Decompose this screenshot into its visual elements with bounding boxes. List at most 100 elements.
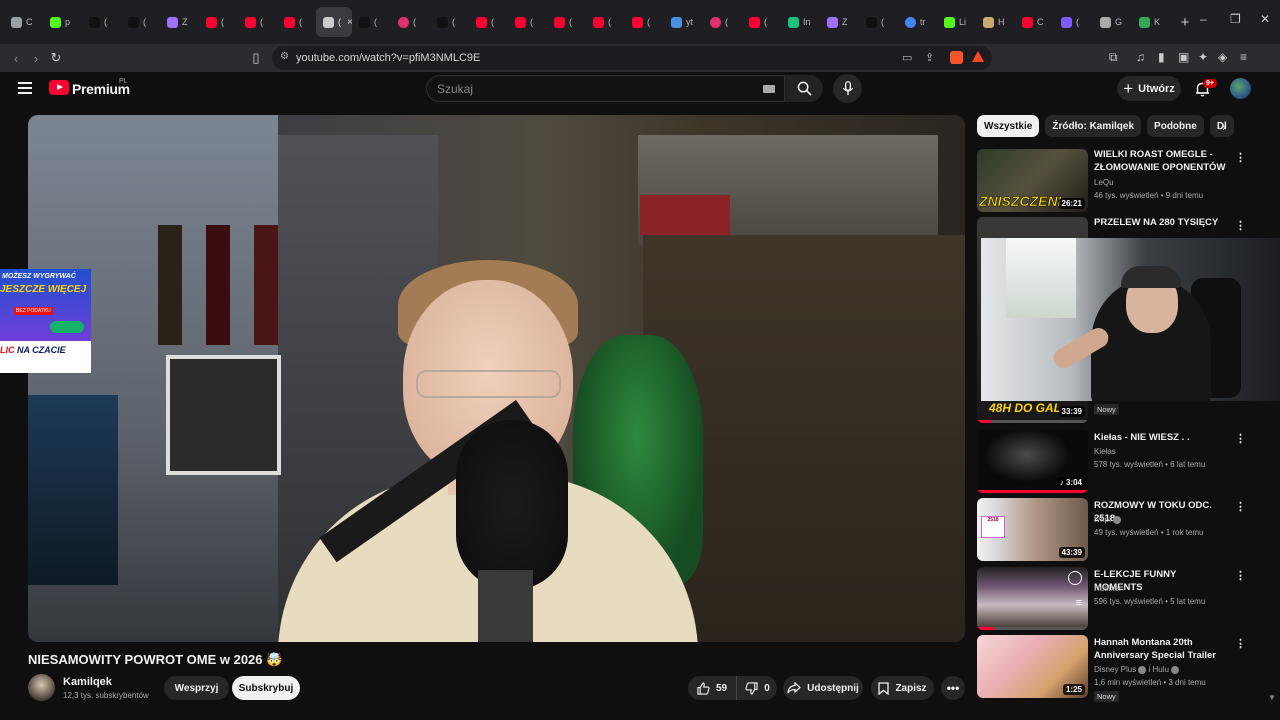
browser-tab[interactable]: ( — [547, 7, 586, 37]
back-icon[interactable]: ‹ — [6, 48, 26, 68]
leo-ai-icon[interactable]: ✦ — [1198, 50, 1208, 64]
cast-icon[interactable]: ▭ — [902, 51, 912, 64]
channel-avatar[interactable] — [28, 674, 55, 701]
create-button[interactable]: + Utwórz — [1117, 76, 1181, 101]
add-to-queue-icon[interactable]: ≡ — [1076, 597, 1082, 609]
browser-tab[interactable]: ( — [703, 7, 742, 37]
like-button[interactable]: 59 — [688, 676, 737, 700]
browser-tab[interactable]: ( — [586, 7, 625, 37]
browser-tab[interactable]: Z — [160, 7, 199, 37]
kebab-menu-icon[interactable]: ⋮ — [1235, 569, 1246, 582]
browser-tab[interactable]: ( — [1054, 7, 1093, 37]
browser-tab[interactable]: ( — [199, 7, 238, 37]
chip-from-channel[interactable]: Źródło: Kamilqek — [1045, 115, 1142, 137]
account-avatar[interactable] — [1230, 78, 1251, 99]
music-icon[interactable]: ♫ — [1136, 50, 1145, 64]
chip-all[interactable]: Wszystkie — [977, 115, 1040, 137]
mini-player[interactable] — [981, 238, 1280, 401]
voice-search-button[interactable] — [833, 74, 862, 103]
browser-tab[interactable]: ( — [391, 7, 430, 37]
recommendation-channel[interactable]: Hubixer — [1094, 584, 1122, 593]
browser-tab[interactable]: ( — [82, 7, 121, 37]
url-field[interactable]: ⚙ youtube.com/watch?v=pfiM3NMLC9E ▭ ⇪ — [272, 46, 992, 70]
recommendation-title[interactable]: Hannah Montana 20th Anniversary Special … — [1094, 637, 1227, 662]
search-button[interactable] — [785, 75, 823, 102]
share-page-icon[interactable]: ⇪ — [925, 51, 934, 64]
save-button[interactable]: Zapisz — [871, 676, 934, 700]
sidebar-toggle-icon[interactable]: ▮ — [1158, 50, 1165, 64]
browser-tab[interactable]: ( — [742, 7, 781, 37]
browser-tab[interactable]: ( — [469, 7, 508, 37]
keyboard-icon[interactable] — [763, 85, 775, 93]
vpn-icon[interactable]: ◈ — [1218, 50, 1227, 64]
recommendation-channel[interactable]: Disney Plus i Hulu — [1094, 665, 1179, 674]
search-input[interactable]: Szukaj — [426, 75, 785, 102]
recommendation-channel[interactable]: Kiełas — [1094, 447, 1116, 456]
forward-icon[interactable]: › — [26, 48, 46, 68]
browser-tab[interactable]: Li — [937, 7, 976, 37]
browser-tab[interactable]: ( — [121, 7, 160, 37]
recommendation-channel[interactable]: LeQu — [1094, 178, 1114, 187]
overlay-ad-banner[interactable]: MOŻESZ WYGRYWAĆ JESZCZE WIĘCEJ BEZ PODAT… — [0, 269, 91, 373]
recommendation-title[interactable]: Kiełas - NIE WIESZ . . — [1094, 432, 1227, 445]
recommendation-title[interactable]: WIELKI ROAST OMEGLE - ZŁOMOWANIE OPONENT… — [1094, 149, 1227, 174]
brave-rewards-icon[interactable] — [972, 51, 984, 65]
browser-tab[interactable]: ( — [508, 7, 547, 37]
recommendation-item[interactable]: ♪ 3:04 Kiełas - NIE WIESZ . . Kiełas 578… — [977, 430, 1257, 494]
browser-tab[interactable]: yt — [664, 7, 703, 37]
join-button[interactable]: Wesprzyj — [164, 676, 229, 700]
brave-shields-icon[interactable] — [950, 51, 963, 67]
browser-tab[interactable]: G — [1093, 7, 1132, 37]
video-thumbnail[interactable]: ≡ — [977, 567, 1088, 630]
new-tab-button[interactable]: + — [1171, 7, 1199, 37]
dislike-button[interactable]: 0 — [738, 676, 777, 700]
minimize-button[interactable]: – — [1200, 12, 1207, 26]
browser-tab[interactable]: ( — [277, 7, 316, 37]
menu-icon[interactable]: ≡ — [1240, 50, 1247, 64]
kebab-menu-icon[interactable]: ⋮ — [1235, 151, 1246, 164]
browser-tab[interactable]: K — [1132, 7, 1171, 37]
recommendation-item[interactable]: 1:25 Hannah Montana 20th Anniversary Spe… — [977, 635, 1257, 702]
kebab-menu-icon[interactable]: ⋮ — [1235, 432, 1246, 445]
recommendation-title[interactable]: PRZELEW NA 280 TYSIĘCY — [1094, 217, 1227, 230]
browser-tab[interactable]: ( — [625, 7, 664, 37]
browser-tab[interactable]: In — [781, 7, 820, 37]
browser-tab[interactable]: ( — [352, 7, 391, 37]
browser-tab[interactable]: ( — [238, 7, 277, 37]
video-thumbnail[interactable]: 2518 43:39 — [977, 498, 1088, 561]
browser-tab[interactable]: (× — [316, 7, 352, 37]
close-window-button[interactable]: ✕ — [1260, 12, 1270, 26]
video-thumbnail[interactable]: 1:25 — [977, 635, 1088, 698]
video-player[interactable] — [28, 115, 965, 642]
browser-tab[interactable]: ( — [859, 7, 898, 37]
extensions-icon[interactable]: ⧉ — [1109, 50, 1118, 65]
bookmark-icon[interactable]: ▯ — [246, 48, 266, 68]
share-button[interactable]: Udostępnij — [783, 676, 863, 700]
wallet-icon[interactable]: ▣ — [1178, 50, 1189, 64]
restore-button[interactable]: ❐ — [1230, 12, 1241, 26]
watch-later-icon[interactable] — [1068, 571, 1082, 585]
browser-tab[interactable]: ( — [430, 7, 469, 37]
browser-tab[interactable]: C — [1015, 7, 1054, 37]
site-settings-icon[interactable]: ⚙ — [280, 51, 289, 62]
browser-tab[interactable]: H — [976, 7, 1015, 37]
hamburger-icon[interactable] — [18, 82, 32, 94]
kebab-menu-icon[interactable]: ⋮ — [1235, 637, 1246, 650]
channel-name[interactable]: Kamilqek — [63, 676, 112, 688]
recommendation-channel[interactable]: tvnpl — [1094, 515, 1121, 524]
recommendation-item[interactable]: 2518 43:39 ROZMOWY W TOKU ODC. 2518 tvnp… — [977, 498, 1257, 561]
kebab-menu-icon[interactable]: ⋮ — [1235, 219, 1246, 232]
more-actions-button[interactable]: ••• — [941, 676, 965, 700]
browser-tab[interactable]: C — [4, 7, 43, 37]
video-thumbnail[interactable]: ZNISZCZENI 26:21 — [977, 149, 1088, 212]
browser-tab[interactable]: p — [43, 7, 82, 37]
reload-icon[interactable]: ↻ — [46, 48, 66, 68]
browser-tab[interactable]: Z — [820, 7, 859, 37]
recommendation-item[interactable]: ≡ E-LEKCJE FUNNY MOMENTS Hubixer 596 tys… — [977, 567, 1257, 630]
subscribe-button[interactable]: Subskrybuj — [232, 676, 300, 700]
recommendation-item[interactable]: ZNISZCZENI 26:21 WIELKI ROAST OMEGLE - Z… — [977, 149, 1257, 215]
scroll-down-arrow-icon[interactable]: ▼ — [1268, 693, 1276, 702]
chevron-right-icon[interactable]: › — [1222, 120, 1226, 134]
video-thumbnail[interactable]: ♪ 3:04 — [977, 430, 1088, 493]
kebab-menu-icon[interactable]: ⋮ — [1235, 500, 1246, 513]
